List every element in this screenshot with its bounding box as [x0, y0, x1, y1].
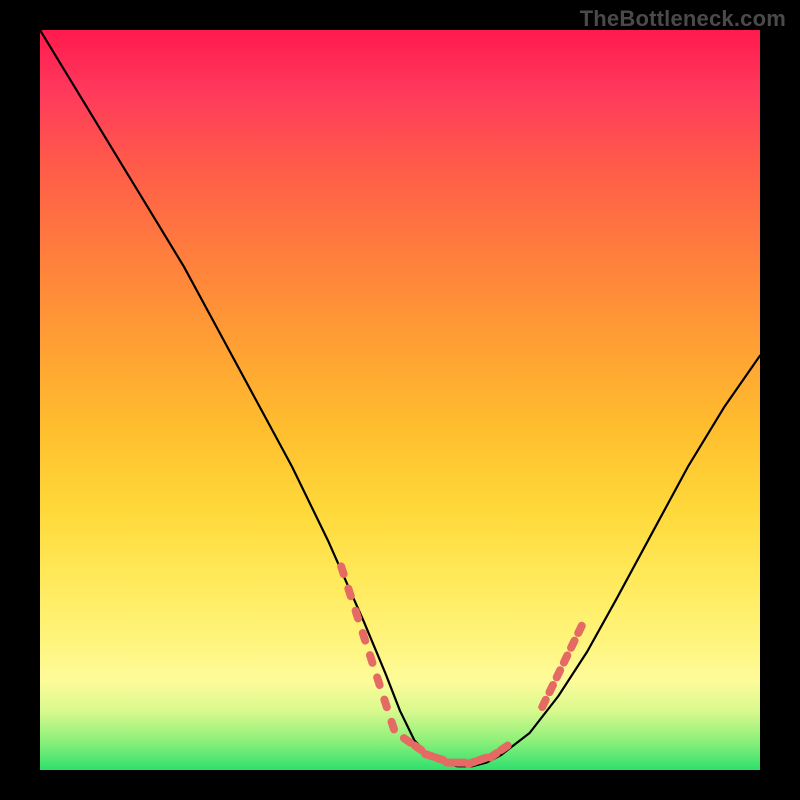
- highlight-dot: [365, 650, 378, 668]
- series-group: [40, 30, 760, 769]
- highlight-dot: [544, 680, 558, 698]
- highlight-dot: [573, 620, 587, 638]
- watermark-text: TheBottleneck.com: [580, 6, 786, 32]
- highlight-dot: [343, 584, 356, 602]
- highlight-dot: [566, 635, 580, 653]
- highlight-dot: [559, 650, 573, 668]
- curve-line: [40, 30, 760, 766]
- highlight-dot: [551, 665, 565, 683]
- highlight-dot: [387, 717, 400, 735]
- highlight-dot: [379, 695, 392, 713]
- chart-plot-area: [40, 30, 760, 770]
- highlight-dot: [372, 672, 385, 690]
- chart-svg: [40, 30, 760, 770]
- chart-frame: TheBottleneck.com: [0, 0, 800, 800]
- highlight-dot: [336, 561, 349, 579]
